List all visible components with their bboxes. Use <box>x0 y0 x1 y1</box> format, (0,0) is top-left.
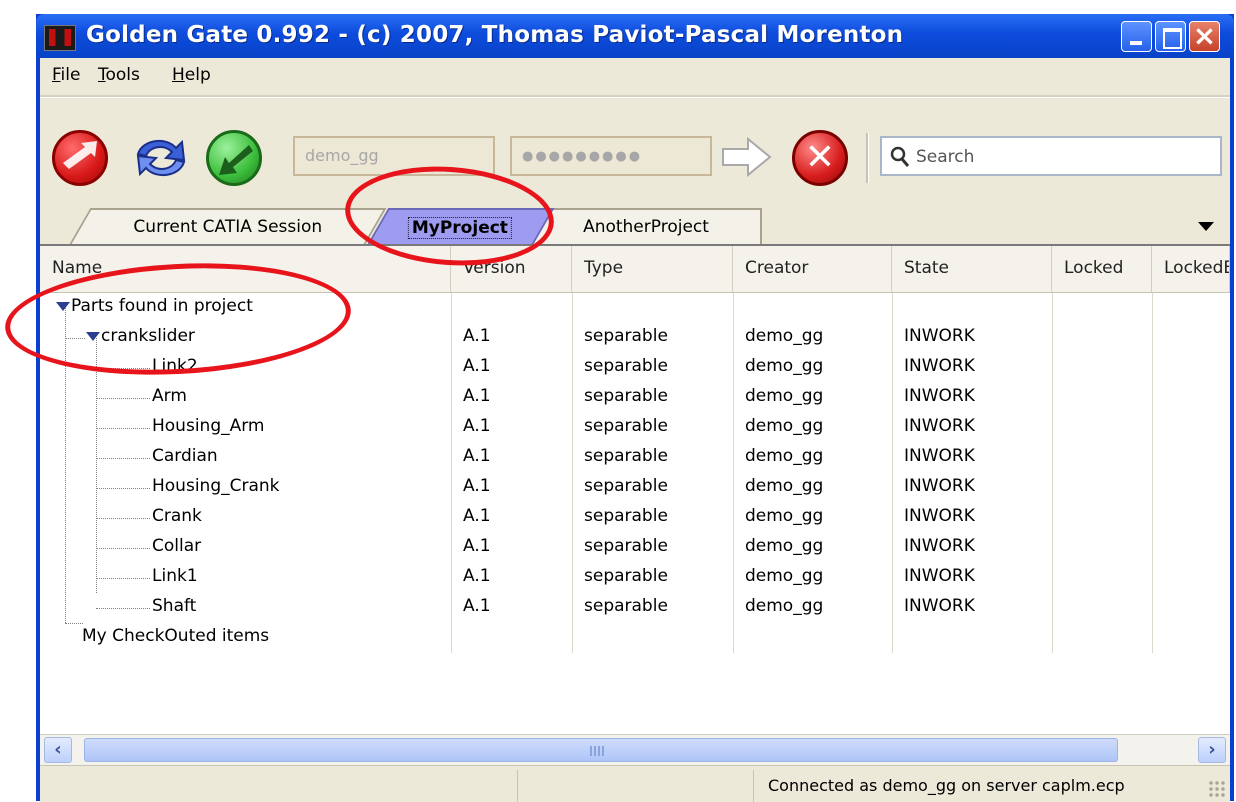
table-row[interactable]: Cardian A.1 separable demo_gg INWORK <box>40 443 1230 473</box>
password-field[interactable]: ●●●●●●●●● <box>510 136 712 176</box>
checkout-button[interactable] <box>52 130 108 186</box>
menu-file[interactable]: File <box>52 65 80 85</box>
close-button[interactable]: × <box>1189 19 1220 52</box>
column-header-locked[interactable]: Locked <box>1052 246 1152 292</box>
horizontal-scrollbar[interactable]: ‹ › <box>40 734 1230 765</box>
column-header-state[interactable]: State <box>892 246 1052 292</box>
toolbar-separator <box>866 133 869 183</box>
app-icon[interactable] <box>44 25 76 51</box>
sync-button[interactable] <box>130 132 192 184</box>
tab-list-dropdown-icon[interactable] <box>1198 222 1214 231</box>
table-row[interactable]: Housing_Arm A.1 separable demo_gg INWORK <box>40 413 1230 443</box>
disconnect-button[interactable]: ✕ <box>792 130 848 186</box>
grip-icon <box>590 746 604 756</box>
menu-help[interactable]: Help <box>172 65 211 85</box>
column-header-creator[interactable]: Creator <box>733 246 892 292</box>
connect-button[interactable] <box>720 136 774 178</box>
project-tabs: Current CATIA Session AnotherProject MyP… <box>40 204 1230 244</box>
sync-icon <box>136 139 186 177</box>
checkin-button[interactable] <box>206 130 262 186</box>
table-row[interactable]: Shaft A.1 separable demo_gg INWORK <box>40 593 1230 623</box>
close-icon: × <box>1192 19 1217 52</box>
green-arrow-icon <box>219 145 253 175</box>
column-header-lockedby[interactable]: LockedBy <box>1152 246 1230 292</box>
tab-anotherproject[interactable]: AnotherProject <box>530 208 762 244</box>
tree-row-checkouted[interactable]: My CheckOuted items <box>40 623 1230 653</box>
scroll-left-button[interactable]: ‹ <box>44 737 72 763</box>
cancel-icon: ✕ <box>804 137 836 178</box>
chevron-left-icon: ‹ <box>54 739 62 760</box>
table-row[interactable]: Crank A.1 separable demo_gg INWORK <box>40 503 1230 533</box>
column-header-type[interactable]: Type <box>572 246 733 292</box>
menu-tools[interactable]: Tools <box>98 65 140 85</box>
table-row[interactable]: Link1 A.1 separable demo_gg INWORK <box>40 563 1230 593</box>
menu-bar: File Tools Help <box>40 58 1230 95</box>
table-row[interactable]: Housing_Crank A.1 separable demo_gg INWO… <box>40 473 1230 503</box>
search-input[interactable] <box>914 144 1208 170</box>
search-icon <box>890 146 910 167</box>
scroll-thumb[interactable] <box>84 738 1118 762</box>
connection-status: Connected as demo_gg on server caplm.ecp <box>768 776 1125 795</box>
table-row[interactable]: Arm A.1 separable demo_gg INWORK <box>40 383 1230 413</box>
tree-node-label: My CheckOuted items <box>82 626 270 646</box>
title-bar[interactable]: Golden Gate 0.992 - (c) 2007, Thomas Pav… <box>36 14 1234 58</box>
client-area: File Tools Help demo_gg ●●●●●●●●● ✕ Sear… <box>40 58 1230 802</box>
scroll-right-button[interactable]: › <box>1198 737 1226 763</box>
window-title: Golden Gate 0.992 - (c) 2007, Thomas Pav… <box>86 22 904 48</box>
right-arrow-icon <box>722 136 772 178</box>
search-box[interactable] <box>880 136 1222 176</box>
table-row[interactable]: Collar A.1 separable demo_gg INWORK <box>40 533 1230 563</box>
minimize-button[interactable] <box>1121 21 1152 52</box>
red-arrow-icon <box>63 141 97 169</box>
maximize-button[interactable] <box>1155 21 1186 52</box>
status-bar: Connected as demo_gg on server caplm.ecp <box>40 765 1230 802</box>
toolbar: demo_gg ●●●●●●●●● ✕ <box>40 98 1230 202</box>
resize-grip-icon[interactable] <box>1208 780 1226 798</box>
chevron-right-icon: › <box>1208 739 1216 760</box>
tab-current-catia-session[interactable]: Current CATIA Session <box>69 208 387 244</box>
app-window: Golden Gate 0.992 - (c) 2007, Thomas Pav… <box>36 14 1234 802</box>
